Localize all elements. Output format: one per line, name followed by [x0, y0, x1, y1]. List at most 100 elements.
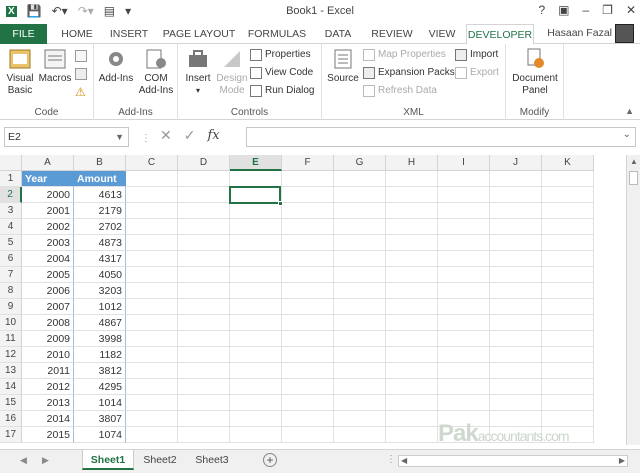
com-addins-button[interactable]: COM Add-Ins: [136, 47, 176, 97]
cell-h7[interactable]: [386, 267, 438, 283]
close-icon[interactable]: ✕: [626, 3, 636, 17]
cell-k6[interactable]: [542, 251, 594, 267]
cell-c8[interactable]: [126, 283, 178, 299]
cell-g13[interactable]: [334, 363, 386, 379]
enter-icon[interactable]: ✓: [184, 127, 196, 144]
expand-formula-icon[interactable]: ⌄: [623, 129, 631, 140]
design-mode-button[interactable]: Design Mode: [216, 47, 248, 97]
cell-a3[interactable]: 2001: [22, 203, 74, 219]
fill-handle[interactable]: [278, 201, 283, 206]
cell-i14[interactable]: [438, 379, 490, 395]
cell-j7[interactable]: [490, 267, 542, 283]
cell-h13[interactable]: [386, 363, 438, 379]
cell-b11[interactable]: 3998: [74, 331, 126, 347]
cell-k15[interactable]: [542, 395, 594, 411]
cell-e12[interactable]: [230, 347, 282, 363]
row-header-5[interactable]: 5: [0, 235, 22, 251]
scroll-thumb[interactable]: [629, 171, 638, 185]
cell-h15[interactable]: [386, 395, 438, 411]
cell-h4[interactable]: [386, 219, 438, 235]
cell-g5[interactable]: [334, 235, 386, 251]
cell-j9[interactable]: [490, 299, 542, 315]
cell-c2[interactable]: [126, 187, 178, 203]
cancel-icon[interactable]: ✕: [160, 127, 172, 144]
cell-j12[interactable]: [490, 347, 542, 363]
cell-j5[interactable]: [490, 235, 542, 251]
cell-g6[interactable]: [334, 251, 386, 267]
cell-a17[interactable]: 2015: [22, 427, 74, 443]
row-header-2[interactable]: 2: [0, 187, 22, 203]
macro-security-button[interactable]: ⚠: [75, 84, 86, 100]
cell-e17[interactable]: [230, 427, 282, 443]
row-header-8[interactable]: 8: [0, 283, 22, 299]
cell-b14[interactable]: 4295: [74, 379, 126, 395]
cell-c6[interactable]: [126, 251, 178, 267]
cell-j13[interactable]: [490, 363, 542, 379]
cell-c14[interactable]: [126, 379, 178, 395]
cell-d3[interactable]: [178, 203, 230, 219]
cell-f9[interactable]: [282, 299, 334, 315]
cell-k8[interactable]: [542, 283, 594, 299]
cell-k5[interactable]: [542, 235, 594, 251]
sheet-splitter-icon[interactable]: ⋮: [386, 454, 396, 465]
cell-e11[interactable]: [230, 331, 282, 347]
row-header-13[interactable]: 13: [0, 363, 22, 379]
column-header-k[interactable]: K: [542, 155, 594, 171]
cell-e13[interactable]: [230, 363, 282, 379]
cell-c5[interactable]: [126, 235, 178, 251]
row-header-10[interactable]: 10: [0, 315, 22, 331]
cell-f4[interactable]: [282, 219, 334, 235]
cell-i2[interactable]: [438, 187, 490, 203]
properties-button[interactable]: Properties: [250, 47, 311, 63]
column-header-i[interactable]: I: [438, 155, 490, 171]
macros-button[interactable]: Macros: [38, 47, 72, 85]
cell-i6[interactable]: [438, 251, 490, 267]
tab-developer[interactable]: DEVELOPER: [466, 24, 534, 45]
insert-control-button[interactable]: Insert ▾: [182, 47, 214, 97]
tab-insert[interactable]: INSERT: [105, 24, 153, 44]
cell-k1[interactable]: [542, 171, 594, 187]
cell-h3[interactable]: [386, 203, 438, 219]
cell-c16[interactable]: [126, 411, 178, 427]
cell-a16[interactable]: 2014: [22, 411, 74, 427]
scroll-right-icon[interactable]: ▶: [619, 456, 625, 465]
export-button[interactable]: Export: [455, 65, 499, 81]
cell-f6[interactable]: [282, 251, 334, 267]
cell-g12[interactable]: [334, 347, 386, 363]
cell-a11[interactable]: 2009: [22, 331, 74, 347]
cell-a2[interactable]: 2000: [22, 187, 74, 203]
cell-e15[interactable]: [230, 395, 282, 411]
cell-g16[interactable]: [334, 411, 386, 427]
formula-bar-splitter[interactable]: ⋮: [141, 133, 151, 144]
cell-i10[interactable]: [438, 315, 490, 331]
cell-b8[interactable]: 3203: [74, 283, 126, 299]
vertical-scrollbar[interactable]: ▲: [626, 155, 640, 445]
sheet-tab-sheet3[interactable]: Sheet3: [188, 450, 236, 470]
cell-i7[interactable]: [438, 267, 490, 283]
cell-c12[interactable]: [126, 347, 178, 363]
formula-input[interactable]: ⌄: [246, 127, 636, 147]
column-header-f[interactable]: F: [282, 155, 334, 171]
cell-k4[interactable]: [542, 219, 594, 235]
cell-f8[interactable]: [282, 283, 334, 299]
cell-d12[interactable]: [178, 347, 230, 363]
active-cell-selection[interactable]: [229, 186, 283, 206]
cell-d6[interactable]: [178, 251, 230, 267]
cell-d15[interactable]: [178, 395, 230, 411]
cell-c11[interactable]: [126, 331, 178, 347]
scroll-left-icon[interactable]: ◀: [401, 456, 407, 465]
cell-c4[interactable]: [126, 219, 178, 235]
cell-j6[interactable]: [490, 251, 542, 267]
tab-file[interactable]: FILE: [0, 24, 47, 44]
cell-k2[interactable]: [542, 187, 594, 203]
cell-f3[interactable]: [282, 203, 334, 219]
cell-f14[interactable]: [282, 379, 334, 395]
select-all-corner[interactable]: [0, 155, 22, 171]
cell-k10[interactable]: [542, 315, 594, 331]
cell-f7[interactable]: [282, 267, 334, 283]
cell-g11[interactable]: [334, 331, 386, 347]
source-button[interactable]: Source: [326, 47, 360, 85]
cell-k12[interactable]: [542, 347, 594, 363]
horizontal-scrollbar[interactable]: ◀ ▶: [398, 455, 628, 467]
cell-a14[interactable]: 2012: [22, 379, 74, 395]
